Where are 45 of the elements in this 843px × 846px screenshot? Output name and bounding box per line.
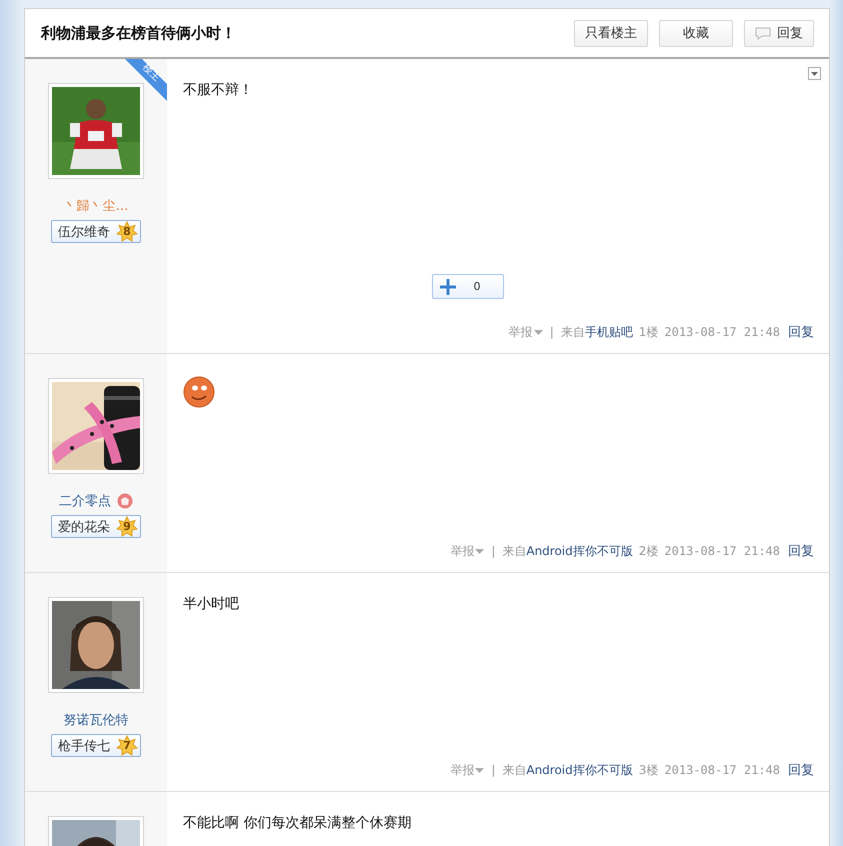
vote-button[interactable]: 0 xyxy=(432,274,504,299)
caret-icon xyxy=(534,330,543,334)
floor-number: 2楼 xyxy=(638,542,658,560)
post-text: 不能比啊 你们每次都呆满整个休赛期 xyxy=(183,814,412,833)
post-time: 2013-08-17 21:48 xyxy=(664,544,780,558)
floor-number: 1楼 xyxy=(638,324,658,340)
caret-icon xyxy=(475,768,484,772)
post-text: 不服不辩！ xyxy=(183,81,254,100)
reply-link[interactable]: 回复 xyxy=(788,761,814,779)
speech-bubble-icon xyxy=(755,26,771,40)
source-label: 来自 xyxy=(502,762,526,778)
source-link[interactable]: Android挥你不可版 xyxy=(526,542,633,560)
toolbar-button[interactable]: 只看楼主 xyxy=(574,20,648,46)
plus-icon xyxy=(440,278,456,294)
level-badge[interactable]: 枪手传七 7 xyxy=(51,734,141,757)
post-time: 2013-08-17 21:48 xyxy=(664,325,780,339)
post-text: 半小时吧 xyxy=(183,595,240,614)
thread-title: 利物浦最多在榜首待俩小时！ xyxy=(41,24,237,42)
source-link[interactable]: Android挥你不可版 xyxy=(526,762,633,778)
username[interactable]: 努诺瓦伦特 xyxy=(64,711,128,729)
corner-ribbon xyxy=(125,59,167,101)
level-badge[interactable]: 伍尔维奇 8 xyxy=(51,220,141,243)
separator: | xyxy=(550,325,554,339)
floor-number: 3楼 xyxy=(638,762,658,778)
reply-link[interactable]: 回复 xyxy=(788,323,814,341)
separator: | xyxy=(491,544,496,558)
level-badge[interactable]: 爱的花朵 9 xyxy=(51,515,141,538)
level-star: 9 xyxy=(116,516,138,538)
separator: | xyxy=(491,763,496,777)
reply-link[interactable]: 回复 xyxy=(788,542,814,560)
post-time: 2013-08-17 21:48 xyxy=(664,763,780,777)
level-star: 8 xyxy=(116,220,138,242)
reply-button[interactable]: 回复 xyxy=(744,20,814,46)
source-label: 来自 xyxy=(560,324,585,340)
owner-label: 楼主 xyxy=(139,60,164,86)
level-star: 7 xyxy=(116,734,138,756)
caret-icon xyxy=(475,548,484,554)
source-label: 来自 xyxy=(502,542,526,560)
level-title: 枪手传七 xyxy=(58,738,110,754)
dropdown-icon[interactable] xyxy=(808,67,821,80)
toolbar-button[interactable]: 收藏 xyxy=(659,20,733,46)
level-title: 爱的花朵 xyxy=(58,518,110,536)
level-title: 伍尔维奇 xyxy=(58,224,110,240)
source-link[interactable]: 手机贴吧 xyxy=(584,324,633,340)
username[interactable]: 二介零点 xyxy=(59,492,111,510)
